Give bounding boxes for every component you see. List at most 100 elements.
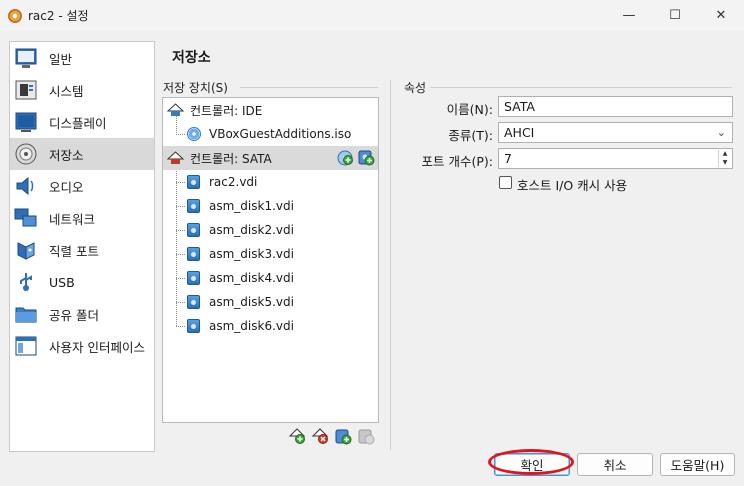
add-attachment-button[interactable] — [335, 428, 352, 445]
close-icon: ✕ — [715, 8, 727, 23]
chevron-down-icon: ⌄ — [716, 126, 726, 139]
optical-disc-icon — [187, 127, 201, 141]
sidebar-item-label: 시스템 — [49, 83, 84, 99]
controller-ide-row[interactable]: 컨트롤러: IDE — [163, 98, 262, 122]
hard-disk-icon — [187, 271, 200, 285]
sidebar-item-display[interactable]: 디스플레이 — [10, 106, 154, 138]
user-interface-icon — [13, 333, 39, 359]
usb-icon — [13, 269, 39, 295]
hard-disk-icon — [187, 175, 200, 189]
minimize-button[interactable]: — — [606, 0, 652, 31]
port-count-value: 7 — [504, 151, 512, 166]
close-button[interactable]: ✕ — [698, 0, 744, 31]
network-icon — [13, 205, 39, 231]
sidebar-item-label: 일반 — [49, 51, 73, 67]
attachment-label: asm_disk1.vdi — [209, 199, 294, 213]
attachment-row[interactable]: asm_disk5.vdi — [163, 290, 294, 314]
spin-up-icon[interactable]: ▲ — [719, 150, 731, 159]
attachment-row[interactable]: VBoxGuestAdditions.iso — [163, 122, 351, 146]
sidebar-item-storage[interactable]: 저장소 — [10, 138, 154, 170]
add-optical-drive-button[interactable] — [337, 149, 354, 166]
storage-section-label: 저장 장치(S) — [163, 79, 232, 96]
add-attachment-icon — [335, 429, 352, 445]
attachment-row[interactable]: asm_disk4.vdi — [163, 266, 294, 290]
add-hard-disk-button[interactable] — [358, 149, 375, 166]
remove-attachment-icon — [358, 429, 375, 445]
attachment-row[interactable]: asm_disk6.vdi — [163, 314, 294, 338]
host-io-cache-checkbox[interactable] — [499, 176, 512, 189]
system-icon — [13, 77, 39, 103]
sidebar-item-system[interactable]: 시스템 — [10, 74, 154, 106]
controller-ide-icon — [167, 102, 184, 119]
sidebar-item-general[interactable]: 일반 — [10, 42, 154, 74]
title-bar: rac2 - 설정 — ☐ ✕ — [0, 0, 744, 31]
attachment-label: VBoxGuestAdditions.iso — [209, 127, 352, 141]
controller-label: 컨트롤러: SATA — [190, 151, 272, 166]
controller-label: 컨트롤러: IDE — [190, 103, 263, 118]
name-value: SATA — [504, 99, 535, 114]
general-icon — [13, 45, 39, 71]
name-field[interactable]: SATA — [498, 96, 733, 117]
sidebar-item-shared-folder[interactable]: 공유 폴더 — [10, 298, 154, 330]
window-controls: — ☐ ✕ — [606, 0, 744, 31]
sidebar-item-label: 오디오 — [49, 179, 84, 195]
cancel-button[interactable]: 취소 — [577, 453, 653, 476]
help-button[interactable]: 도움말(H) — [660, 453, 735, 476]
port-count-spinbox[interactable]: 7 ▲ ▼ — [498, 148, 733, 169]
hard-disk-icon — [187, 295, 200, 309]
add-hard-disk-icon — [358, 150, 375, 166]
attachment-row[interactable]: rac2.vdi — [163, 170, 257, 194]
sidebar-item-serial-port[interactable]: 직렬 포트 — [10, 234, 154, 266]
sidebar-item-label: 사용자 인터페이스 — [49, 339, 145, 355]
pane-divider[interactable] — [390, 80, 391, 450]
attachment-row[interactable]: asm_disk1.vdi — [163, 194, 294, 218]
name-label: 이름(N): — [446, 102, 493, 117]
maximize-button[interactable]: ☐ — [652, 0, 698, 31]
hard-disk-icon — [187, 199, 200, 213]
ok-button-label: 확인 — [520, 458, 544, 473]
storage-section-rule — [240, 87, 378, 88]
help-button-label: 도움말(H) — [670, 458, 725, 473]
minimize-icon: — — [622, 8, 636, 23]
sidebar-item-audio[interactable]: 오디오 — [10, 170, 154, 202]
attributes-section-label: 속성 — [404, 79, 431, 96]
sidebar-item-label: 직렬 포트 — [49, 243, 99, 259]
attributes-section-rule — [430, 87, 732, 88]
attachment-label: asm_disk3.vdi — [209, 247, 294, 261]
add-optical-drive-icon — [337, 150, 353, 166]
spinbox-arrows[interactable]: ▲ ▼ — [718, 150, 731, 167]
audio-icon — [13, 173, 39, 199]
host-io-cache-label[interactable]: 호스트 I/O 캐시 사용 — [517, 175, 627, 194]
serial-port-icon — [13, 237, 39, 263]
type-value: AHCI — [504, 125, 535, 140]
sidebar-item-label: 디스플레이 — [49, 115, 107, 131]
page-title: 저장소 — [172, 50, 211, 66]
sidebar-item-label: 공유 폴더 — [49, 307, 99, 323]
sidebar-item-label: USB — [49, 274, 75, 290]
type-label: 종류(T): — [448, 128, 493, 143]
window-title: rac2 - 설정 — [28, 9, 89, 23]
sidebar-item-user-interface[interactable]: 사용자 인터페이스 — [10, 330, 154, 362]
attachment-row[interactable]: asm_disk2.vdi — [163, 218, 294, 242]
remove-controller-icon — [312, 428, 329, 444]
hard-disk-icon — [187, 223, 200, 237]
shared-folder-icon — [13, 301, 39, 327]
remove-controller-button[interactable] — [312, 428, 329, 445]
spin-down-icon[interactable]: ▼ — [719, 159, 731, 168]
port-count-label: 포트 개수(P): — [421, 154, 493, 169]
sidebar-item-label: 네트워크 — [49, 211, 96, 227]
ok-button[interactable]: 확인 — [494, 453, 570, 476]
attachment-row[interactable]: asm_disk3.vdi — [163, 242, 294, 266]
settings-sidebar: 일반 시스템 디스플레이 저장소 오디오 네트워크 직렬 포트 USB 공유 폴… — [9, 41, 155, 452]
display-icon — [13, 109, 39, 135]
remove-attachment-button[interactable] — [358, 428, 375, 445]
cancel-button-label: 취소 — [603, 458, 627, 473]
storage-tree[interactable]: 컨트롤러: IDE VBoxGuestAdditions.iso 컨트롤러: S… — [162, 97, 379, 423]
sidebar-item-network[interactable]: 네트워크 — [10, 202, 154, 234]
controller-sata-icon — [167, 150, 184, 167]
sidebar-item-usb[interactable]: USB — [10, 266, 154, 298]
add-controller-button[interactable] — [289, 428, 306, 445]
type-select[interactable]: AHCI ⌄ — [498, 122, 733, 143]
controller-sata-row[interactable]: 컨트롤러: SATA — [163, 146, 378, 170]
hard-disk-icon — [187, 319, 200, 333]
